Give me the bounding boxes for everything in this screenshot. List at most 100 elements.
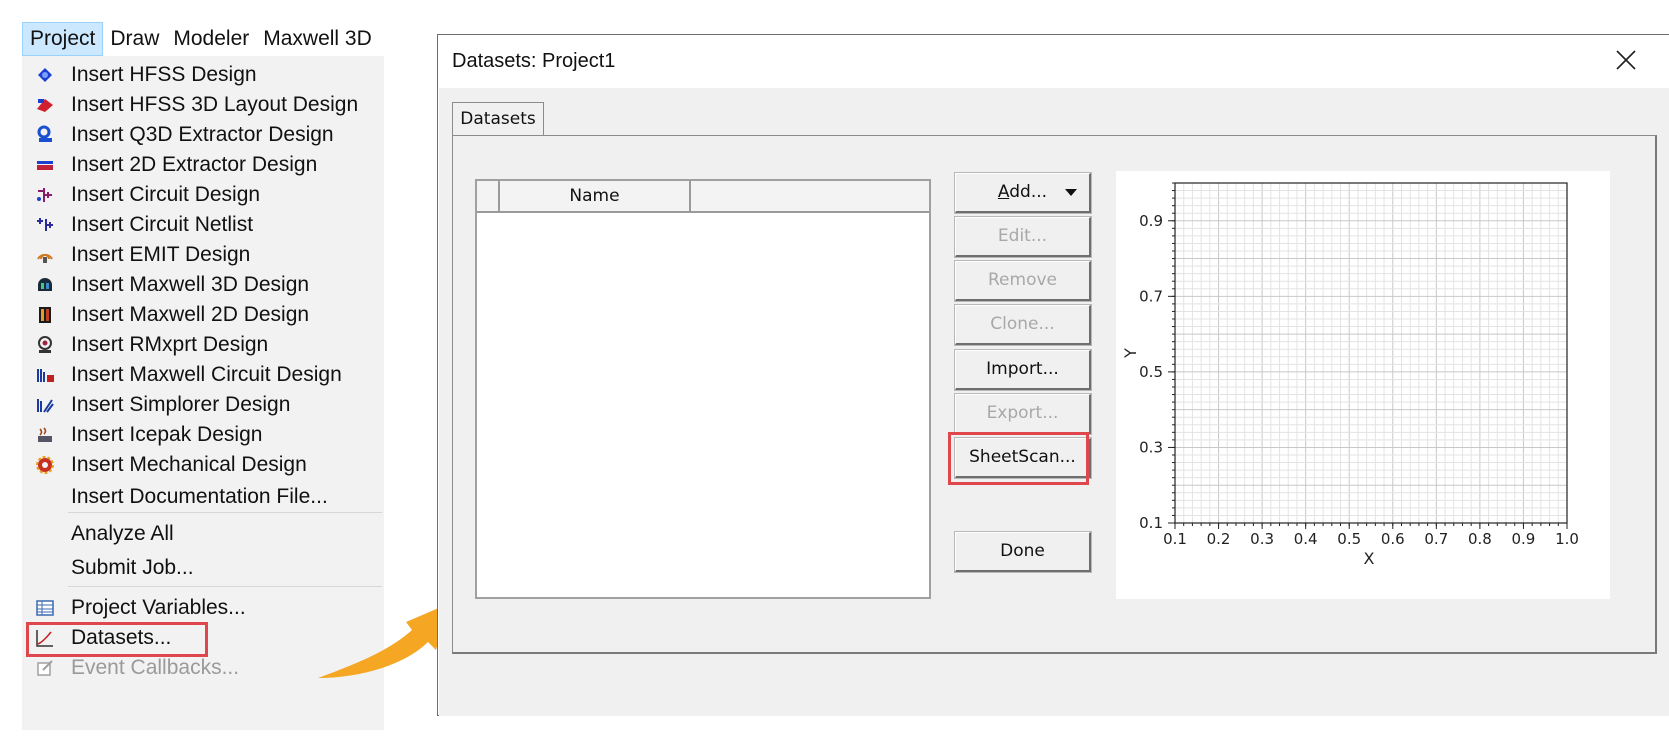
x-axis-label: X [1364, 549, 1375, 568]
simplorer-icon [34, 394, 56, 416]
menu-item-insert-icepak-design[interactable]: Insert Icepak Design [22, 419, 384, 451]
dataset-preview-plot: 0.1 0.2 0.3 0.4 0.5 0.6 0.7 0.8 0.9 1.0 0.1 0.3 0.5 0… [1121, 182, 1579, 568]
x-tick-label: 0.6 [1381, 530, 1405, 548]
menu-item-label: Event Callbacks... [71, 656, 240, 679]
menu-modeler[interactable]: Modeler [166, 22, 256, 56]
menu-item-label: Insert HFSS Design [71, 63, 257, 86]
maxwell-3d-icon [34, 274, 56, 296]
x-tick-label: 0.9 [1512, 530, 1536, 548]
menu-item-insert-circuit-design[interactable]: Insert Circuit Design [22, 179, 384, 211]
menu-item-insert-maxwell-2d-design[interactable]: Insert Maxwell 2D Design [22, 299, 384, 331]
maxwell-2d-icon [34, 304, 56, 326]
menu-item-label: Insert Mechanical Design [71, 453, 307, 476]
dialog-body: Datasets Name Add... Edit... Remove Clon… [439, 88, 1669, 716]
menu-item-label: Project Variables... [71, 596, 246, 619]
list-header-name[interactable]: Name [500, 181, 691, 211]
menu-item-submit-job[interactable]: Submit Job... [22, 552, 384, 584]
chevron-down-icon[interactable] [1065, 189, 1077, 196]
menu-item-label: Insert RMxprt Design [71, 333, 269, 356]
x-tick-label: 0.4 [1294, 530, 1318, 548]
datasets-highlight-box [26, 622, 208, 657]
menu-separator [68, 512, 382, 513]
export-button[interactable]: Export... [954, 393, 1092, 435]
datasets-dialog: Datasets: Project1 Datasets Name Add... … [437, 34, 1669, 716]
list-header-index-column [477, 181, 500, 211]
dialog-title: Datasets: Project1 [452, 50, 616, 72]
q3d-extractor-icon [34, 124, 56, 146]
y-tick-label: 0.5 [1139, 363, 1163, 381]
menu-item-insert-mechanical-design[interactable]: Insert Mechanical Design [22, 449, 384, 481]
add-button-label: dd... [1009, 182, 1048, 202]
y-tick-label: 0.3 [1139, 438, 1163, 456]
datasets-list[interactable]: Name [475, 179, 931, 599]
menu-item-label: Insert Maxwell Circuit Design [71, 363, 342, 386]
menu-item-label: Insert EMIT Design [71, 243, 251, 266]
menu-item-insert-emit-design[interactable]: Insert EMIT Design [22, 239, 384, 271]
add-button[interactable]: Add... [954, 172, 1092, 214]
menu-item-insert-hfss-3d-layout-design[interactable]: Insert HFSS 3D Layout Design [22, 89, 384, 121]
menu-item-insert-maxwell-circuit-design[interactable]: Insert Maxwell Circuit Design [22, 359, 384, 391]
menu-item-label: Insert Documentation File... [71, 485, 328, 508]
hfss-3d-layout-icon [34, 94, 56, 116]
menu-item-insert-hfss-design[interactable]: Insert HFSS Design [22, 59, 384, 91]
emit-design-icon [34, 244, 56, 266]
menu-item-insert-circuit-netlist[interactable]: Insert Circuit Netlist [22, 209, 384, 241]
plot-frame [1174, 182, 1568, 524]
2d-extractor-icon [34, 154, 56, 176]
y-tick-label: 0.9 [1139, 212, 1163, 230]
menu-item-insert-documentation-file[interactable]: Insert Documentation File... [22, 481, 384, 513]
done-button[interactable]: Done [954, 531, 1092, 573]
menu-item-label: Insert HFSS 3D Layout Design [71, 93, 359, 116]
maxwell-circuit-icon [34, 364, 56, 386]
menu-bar: Project Draw Modeler Maxwell 3D [22, 22, 379, 56]
close-icon[interactable] [1613, 47, 1639, 73]
menu-item-insert-maxwell-3d-design[interactable]: Insert Maxwell 3D Design [22, 269, 384, 301]
y-tick-label: 0.1 [1139, 514, 1163, 532]
menu-item-label: Insert 2D Extractor Design [71, 153, 318, 176]
x-tick-label: 0.7 [1424, 530, 1448, 548]
dataset-preview-chart: 0.1 0.2 0.3 0.4 0.5 0.6 0.7 0.8 0.9 1.0 0.1 0.3 0.5 0… [1116, 171, 1610, 599]
rmxprt-icon [34, 334, 56, 356]
menu-item-label: Insert Maxwell 3D Design [71, 273, 310, 296]
add-button-mnemonic: A [997, 182, 1010, 202]
menu-item-insert-q3d-extractor-design[interactable]: Insert Q3D Extractor Design [22, 119, 384, 151]
project-variables-icon [34, 597, 56, 619]
icepak-icon [34, 424, 56, 446]
menu-maxwell-3d[interactable]: Maxwell 3D [256, 22, 379, 56]
menu-item-label: Insert Circuit Design [71, 183, 261, 206]
circuit-netlist-icon [34, 214, 56, 236]
menu-item-insert-2d-extractor-design[interactable]: Insert 2D Extractor Design [22, 149, 384, 181]
menu-item-label: Analyze All [71, 522, 174, 545]
circuit-design-icon [34, 184, 56, 206]
x-tick-label: 0.5 [1337, 530, 1361, 548]
hfss-design-icon [34, 64, 56, 86]
remove-button[interactable]: Remove [954, 260, 1092, 302]
x-tick-label: 1.0 [1555, 530, 1579, 548]
y-axis-label: Y [1121, 348, 1140, 359]
datasets-tab-panel: Name Add... Edit... Remove Clone... Impo… [452, 135, 1657, 654]
sheetscan-highlight-box [948, 432, 1089, 485]
x-tick-label: 0.2 [1207, 530, 1231, 548]
menu-item-label: Insert Q3D Extractor Design [71, 123, 334, 146]
menu-item-label: Submit Job... [71, 556, 194, 579]
y-tick-label: 0.7 [1139, 287, 1163, 305]
menu-item-label: Insert Maxwell 2D Design [71, 303, 310, 326]
menu-project[interactable]: Project [22, 22, 104, 56]
menu-item-insert-rmxprt-design[interactable]: Insert RMxprt Design [22, 329, 384, 361]
mechanical-icon [34, 454, 56, 476]
clone-button[interactable]: Clone... [954, 304, 1092, 346]
list-header: Name [477, 181, 929, 213]
x-tick-label: 0.3 [1250, 530, 1274, 548]
event-callbacks-icon [34, 657, 56, 679]
tab-datasets[interactable]: Datasets [452, 102, 544, 136]
menu-item-insert-simplorer-design[interactable]: Insert Simplorer Design [22, 389, 384, 421]
menu-separator [68, 586, 382, 587]
x-tick-label: 0.1 [1163, 530, 1187, 548]
import-button[interactable]: Import... [954, 349, 1092, 391]
menu-item-analyze-all[interactable]: Analyze All [22, 518, 384, 550]
menu-draw[interactable]: Draw [103, 22, 166, 56]
edit-button[interactable]: Edit... [954, 216, 1092, 258]
list-header-extra-column [691, 181, 929, 211]
menu-item-label: Insert Circuit Netlist [71, 213, 254, 236]
menu-item-label: Insert Icepak Design [71, 423, 263, 446]
